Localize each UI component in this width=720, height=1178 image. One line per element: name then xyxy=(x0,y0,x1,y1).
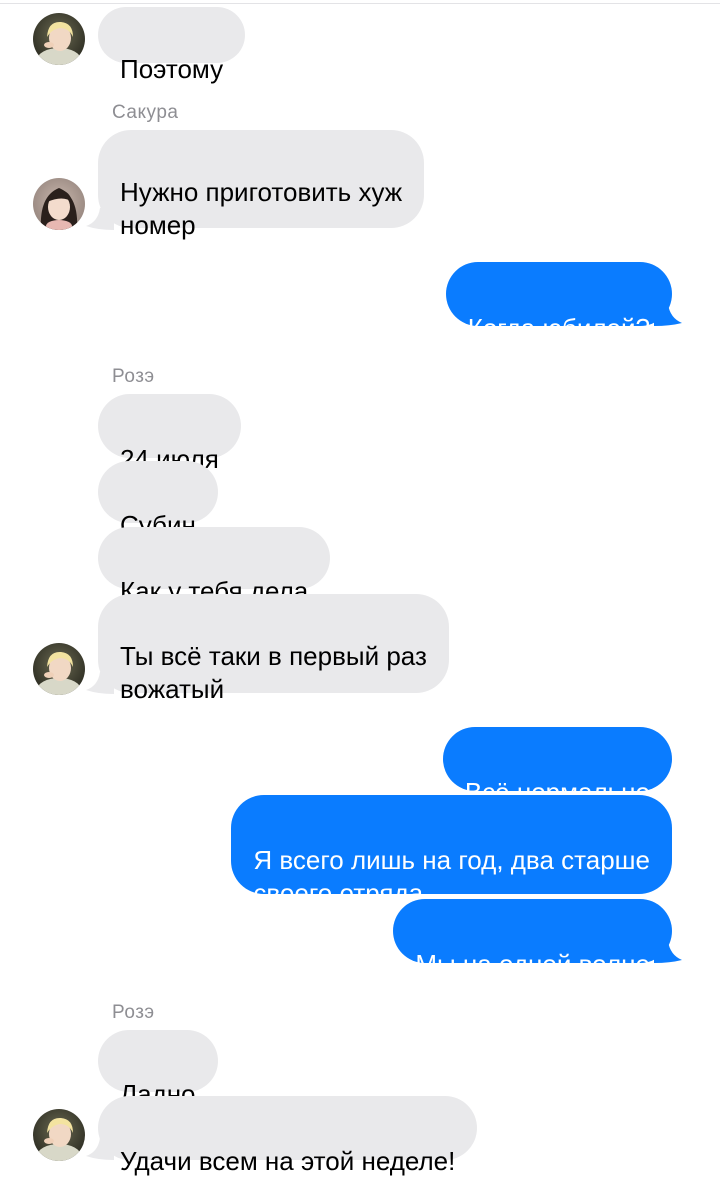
message-bubble-incoming[interactable]: Как у тебя дела xyxy=(98,527,331,606)
bubble-tail xyxy=(86,672,114,694)
avatar-blonde-icon xyxy=(33,1109,85,1161)
avatar-blonde-icon xyxy=(33,13,85,65)
message-bubble-incoming[interactable]: Субин xyxy=(98,461,218,540)
message-bubble-incoming[interactable]: Удачи всем на этой неделе! xyxy=(98,1096,478,1176)
message-bubble-incoming[interactable]: Нужно приготовить хуж номер xyxy=(98,130,425,240)
bubble-tail xyxy=(654,304,682,326)
message-text: Поэтому xyxy=(120,54,224,84)
message-bubble-incoming[interactable]: 24 июля xyxy=(98,394,241,474)
avatar[interactable] xyxy=(33,1109,85,1161)
bubble-tail xyxy=(86,1138,114,1160)
message-bubble-incoming[interactable]: Поэтому xyxy=(98,7,246,84)
message-text: Ты всё таки в первый раз вожатый xyxy=(120,641,427,704)
message-text: Мы на одной волне xyxy=(415,949,650,979)
avatar[interactable] xyxy=(33,13,85,65)
message-bubble-incoming[interactable]: Ладно xyxy=(98,1030,218,1109)
sender-name: Розэ xyxy=(112,1002,155,1023)
sender-name: Розэ xyxy=(112,366,155,387)
avatar-blonde-icon xyxy=(33,643,85,695)
sender-name: Сакура xyxy=(112,102,179,123)
message-bubble-outgoing[interactable]: Всё нормально xyxy=(442,727,672,807)
message-bubble-outgoing[interactable]: Я всего лишь на год, два старше своего о… xyxy=(231,795,672,908)
message-bubble-incoming[interactable]: Ты всё таки в первый раз вожатый xyxy=(98,594,449,704)
bubble-tail xyxy=(654,941,682,963)
message-text: Нужно приготовить хуж номер xyxy=(120,177,403,240)
bubble-tail xyxy=(86,208,114,230)
avatar[interactable] xyxy=(33,178,85,230)
avatar[interactable] xyxy=(33,643,85,695)
message-bubble-outgoing[interactable]: Когда юбилей? xyxy=(445,262,672,343)
message-text: Когда юбилей? xyxy=(467,313,650,343)
top-divider xyxy=(0,3,720,4)
message-bubble-outgoing[interactable]: Мы на одной волне xyxy=(393,899,672,979)
avatar-dark-hair-icon xyxy=(33,178,85,230)
